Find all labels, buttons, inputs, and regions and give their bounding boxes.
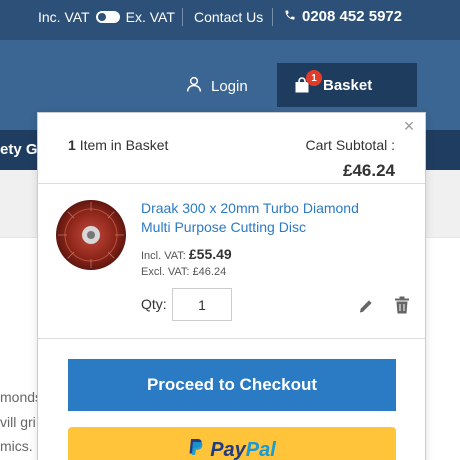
price-excl-vat: Excl. VAT: £46.24: [141, 266, 226, 278]
qty-input[interactable]: [172, 288, 232, 321]
toggle-knob: [97, 13, 106, 21]
qty-label: Qty:: [141, 296, 167, 312]
product-thumbnail[interactable]: [55, 199, 127, 271]
paypal-button[interactable]: PayPal: [68, 427, 396, 460]
inc-vat-label[interactable]: Inc. VAT: [38, 9, 90, 25]
basket-items-count: 1 Item in Basket: [68, 137, 168, 153]
items-count-number: 1: [68, 137, 76, 153]
login-link[interactable]: Login: [185, 75, 248, 97]
paypal-icon: [188, 438, 204, 460]
phone-number: 0208 452 5972: [302, 8, 403, 25]
paypal-pay: Pay: [210, 438, 246, 460]
items-count-label: Item in Basket: [79, 137, 169, 153]
divider: [38, 183, 425, 184]
divider: [272, 8, 273, 26]
incl-vat-label: Incl. VAT:: [141, 250, 186, 262]
divider: [182, 8, 183, 26]
user-icon: [185, 75, 203, 97]
divider: [38, 338, 425, 339]
excl-vat-label: Excl. VAT:: [141, 266, 190, 278]
pencil-icon[interactable]: [358, 298, 374, 314]
ex-vat-label[interactable]: Ex. VAT: [126, 9, 175, 25]
excl-vat-price: £46.24: [192, 266, 227, 278]
minicart-dropdown: × 1 Item in Basket Cart Subtotal : £46.2…: [37, 112, 426, 460]
basket-label: Basket: [323, 76, 373, 94]
vat-toggle-group: Inc. VAT Ex. VAT: [38, 9, 175, 25]
phone-icon: [284, 8, 296, 25]
trash-icon[interactable]: [394, 296, 410, 314]
product-name-link[interactable]: Draak 300 x 20mm Turbo Diamond Multi Pur…: [141, 199, 391, 237]
subtotal-label: Cart Subtotal :: [305, 137, 396, 153]
incl-vat-price: £55.49: [188, 246, 232, 262]
basket-count-badge: 1: [306, 70, 322, 86]
login-label: Login: [211, 77, 248, 95]
paypal-wordmark: PayPal: [210, 439, 276, 460]
paypal-pal: Pal: [245, 438, 276, 460]
background-text: monds: [0, 389, 43, 405]
price-incl-vat: Incl. VAT: £55.49: [141, 246, 232, 262]
background-text: vill gri: [0, 414, 36, 430]
shopping-bag-icon: 1: [295, 70, 322, 93]
subtotal-value: £46.24: [343, 161, 395, 180]
contact-us-link[interactable]: Contact Us: [194, 9, 263, 25]
close-icon[interactable]: ×: [400, 117, 418, 135]
background-text: mics.: [0, 438, 33, 454]
basket-button[interactable]: 1 Basket: [277, 63, 417, 107]
proceed-to-checkout-button[interactable]: Proceed to Checkout: [68, 359, 396, 411]
nav-item-partial[interactable]: ety G: [0, 141, 38, 158]
phone-link[interactable]: 0208 452 5972: [284, 8, 402, 25]
top-utility-bar: Inc. VAT Ex. VAT Contact Us 0208 452 597…: [0, 0, 460, 40]
vat-toggle[interactable]: [95, 11, 120, 23]
